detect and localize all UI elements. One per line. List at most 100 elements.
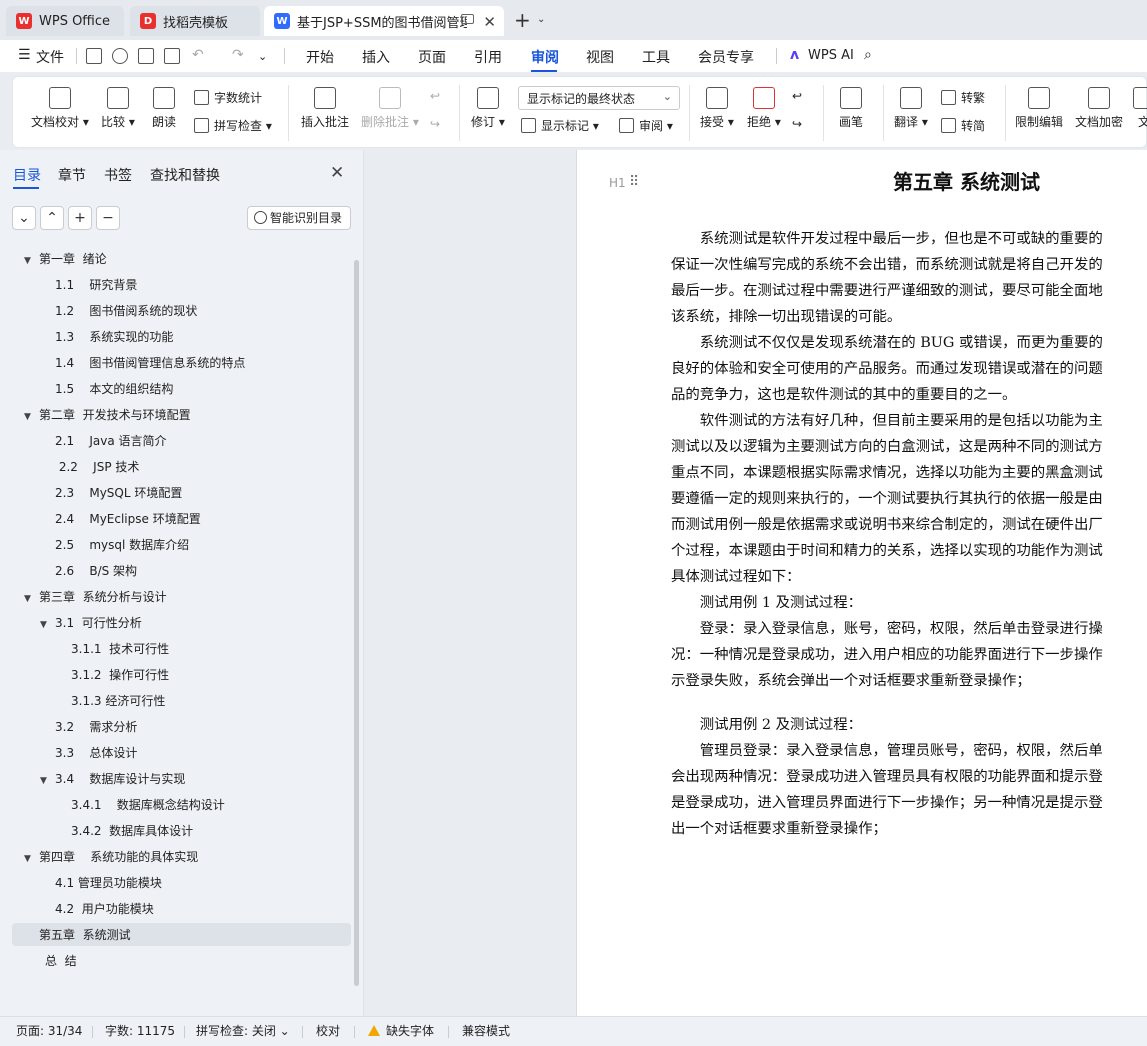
- close-icon[interactable]: ✕: [330, 163, 344, 183]
- tab-find-replace[interactable]: 查找和替换: [150, 165, 220, 185]
- menu-icon[interactable]: ☰: [18, 47, 31, 63]
- doc-more-button[interactable]: 文: [1133, 87, 1147, 130]
- toc-item[interactable]: ▼ 第二章 开发技术与环境配置: [24, 402, 191, 428]
- toc-item[interactable]: 4.1 管理员功能模块: [55, 870, 162, 896]
- chevron-down-icon[interactable]: ⌄: [537, 14, 545, 25]
- undo-icon[interactable]: ↶: [192, 47, 204, 63]
- read-aloud-button[interactable]: 朗读: [152, 87, 176, 130]
- previous-change-icon[interactable]: ↩: [792, 89, 802, 103]
- menu-insert[interactable]: 插入: [362, 47, 390, 67]
- menu-references[interactable]: 引用: [474, 47, 502, 67]
- toc-item[interactable]: 3.1.1 技术可行性: [71, 636, 169, 662]
- tab-toc[interactable]: 目录: [13, 165, 41, 185]
- print-icon[interactable]: [138, 48, 154, 64]
- doc-check-button[interactable]: 文档校对 ▾: [31, 87, 89, 130]
- expand-arrow-icon[interactable]: ▼: [40, 768, 52, 794]
- menu-view[interactable]: 视图: [586, 47, 614, 67]
- doc-encrypt-button[interactable]: 文档加密: [1075, 87, 1123, 130]
- remove-heading-button[interactable]: −: [96, 206, 120, 230]
- toc-item[interactable]: ▼ 第一章 绪论: [24, 246, 107, 272]
- spell-check-button[interactable]: 拼写检查 ▾: [194, 117, 272, 134]
- tab-sections[interactable]: 章节: [58, 165, 86, 185]
- share-icon[interactable]: [112, 48, 128, 64]
- toc-item[interactable]: 3.4.1 数据库概念结构设计: [71, 792, 225, 818]
- expand-arrow-icon[interactable]: ▼: [24, 248, 36, 274]
- tab-docer-templates[interactable]: D 找稻壳模板: [130, 6, 260, 36]
- toc-item[interactable]: 3.2 需求分析: [55, 714, 137, 740]
- compare-button[interactable]: 比较 ▾: [101, 87, 135, 130]
- toc-item[interactable]: 1.4 图书借阅管理信息系统的特点: [55, 350, 245, 376]
- expand-arrow-icon[interactable]: ▼: [24, 846, 36, 872]
- track-changes-button[interactable]: 修订 ▾: [471, 87, 505, 130]
- scrollbar[interactable]: [354, 260, 359, 986]
- delete-comment-button[interactable]: 删除批注 ▾: [361, 87, 419, 130]
- expand-arrow-icon[interactable]: ▼: [24, 586, 36, 612]
- word-count-button[interactable]: 字数统计: [194, 89, 262, 106]
- restrict-edit-button[interactable]: 限制编辑: [1015, 87, 1063, 130]
- redo-icon[interactable]: ↷: [232, 47, 244, 63]
- toc-item[interactable]: 1.1 研究背景: [55, 272, 137, 298]
- monitor-icon[interactable]: [461, 14, 474, 24]
- heading-level-marker[interactable]: H1: [609, 176, 626, 190]
- menu-file[interactable]: 文件: [36, 47, 64, 67]
- new-tab-button[interactable]: +: [514, 10, 531, 30]
- menu-wps-ai[interactable]: WPS AI: [808, 48, 854, 63]
- page-indicator[interactable]: 页面: 31/34: [16, 1022, 82, 1039]
- menu-page[interactable]: 页面: [418, 47, 446, 67]
- expand-up-button[interactable]: ⌃: [40, 206, 64, 230]
- menu-member[interactable]: 会员专享: [698, 47, 754, 67]
- next-comment-icon[interactable]: ↪: [430, 117, 440, 131]
- add-heading-button[interactable]: +: [68, 206, 92, 230]
- toc-item[interactable]: 3.1.3 经济可行性: [71, 688, 165, 714]
- toc-item[interactable]: ▼ 3.1 可行性分析: [40, 610, 142, 636]
- menu-review[interactable]: 审阅: [531, 47, 559, 67]
- tab-document[interactable]: W 基于JSP+SSM的图书借阅管理 ✕: [264, 6, 504, 36]
- toc-item[interactable]: 2.2 JSP 技术: [55, 454, 140, 480]
- next-change-icon[interactable]: ↪: [792, 117, 802, 131]
- toc-item[interactable]: 2.6 B/S 架构: [55, 558, 137, 584]
- toc-item[interactable]: 1.5 本文的组织结构: [55, 376, 173, 402]
- show-markup-button[interactable]: 显示标记 ▾: [521, 117, 599, 134]
- tab-bookmarks[interactable]: 书签: [104, 165, 132, 185]
- collapse-all-button[interactable]: ⌄: [12, 206, 36, 230]
- word-count[interactable]: 字数: 11175: [105, 1022, 175, 1039]
- tab-wps-office[interactable]: W WPS Office: [6, 6, 124, 36]
- expand-arrow-icon[interactable]: ▼: [24, 404, 36, 430]
- document-page[interactable]: H1 ⠿ 第五章 系统测试 系统测试是软件开发过程中最后一步，但也是不可或缺的重…: [576, 150, 1147, 1016]
- toc-item[interactable]: 2.4 MyEclipse 环境配置: [55, 506, 201, 532]
- expand-arrow-icon[interactable]: ▼: [40, 612, 52, 638]
- toc-item[interactable]: 3.1.2 操作可行性: [71, 662, 169, 688]
- toc-item[interactable]: 2.3 MySQL 环境配置: [55, 480, 182, 506]
- insert-comment-button[interactable]: 插入批注: [301, 87, 349, 130]
- review-pane-button[interactable]: 审阅 ▾: [619, 117, 673, 134]
- save-icon[interactable]: [86, 48, 102, 64]
- toc-item[interactable]: ▼ 第四章 系统功能的具体实现: [24, 844, 198, 870]
- toc-item[interactable]: ▼ 3.4 数据库设计与实现: [40, 766, 185, 792]
- toc-item[interactable]: 1.2 图书借阅系统的现状: [55, 298, 197, 324]
- pen-button[interactable]: 画笔: [839, 87, 863, 130]
- drag-handle-icon[interactable]: ⠿: [629, 174, 639, 190]
- toc-item[interactable]: 第五章 系统测试: [39, 922, 131, 948]
- toc-item[interactable]: 4.2 用户功能模块: [55, 896, 154, 922]
- toc-item[interactable]: 2.5 mysql 数据库介绍: [55, 532, 189, 558]
- smart-toc-button[interactable]: 智能识别目录: [247, 206, 351, 230]
- chevron-down-icon[interactable]: ⌄: [258, 50, 267, 63]
- spell-check-status[interactable]: 拼写检查: 关闭 ⌄: [196, 1022, 290, 1039]
- print-preview-icon[interactable]: [164, 48, 180, 64]
- proofread-status[interactable]: 校对: [316, 1022, 340, 1039]
- toc-item[interactable]: 3.3 总体设计: [55, 740, 137, 766]
- translate-button[interactable]: 翻译 ▾: [894, 87, 928, 130]
- toc-item[interactable]: 3.4.2 数据库具体设计: [71, 818, 193, 844]
- accept-button[interactable]: 接受 ▾: [700, 87, 734, 130]
- toc-item[interactable]: 1.3 系统实现的功能: [55, 324, 173, 350]
- toc-item[interactable]: 2.1 Java 语言简介: [55, 428, 167, 454]
- reject-button[interactable]: 拒绝 ▾: [747, 87, 781, 130]
- display-state-select[interactable]: 显示标记的最终状态 ⌄: [518, 86, 680, 110]
- toc-item[interactable]: ▼ 第三章 系统分析与设计: [24, 584, 167, 610]
- missing-font-status[interactable]: 缺失字体: [368, 1022, 434, 1039]
- menu-tools[interactable]: 工具: [642, 47, 670, 67]
- to-simplified-button[interactable]: 转简: [941, 117, 985, 134]
- to-traditional-button[interactable]: 转繁: [941, 89, 985, 106]
- menu-home[interactable]: 开始: [306, 47, 334, 67]
- toc-item[interactable]: 总 结: [45, 948, 77, 974]
